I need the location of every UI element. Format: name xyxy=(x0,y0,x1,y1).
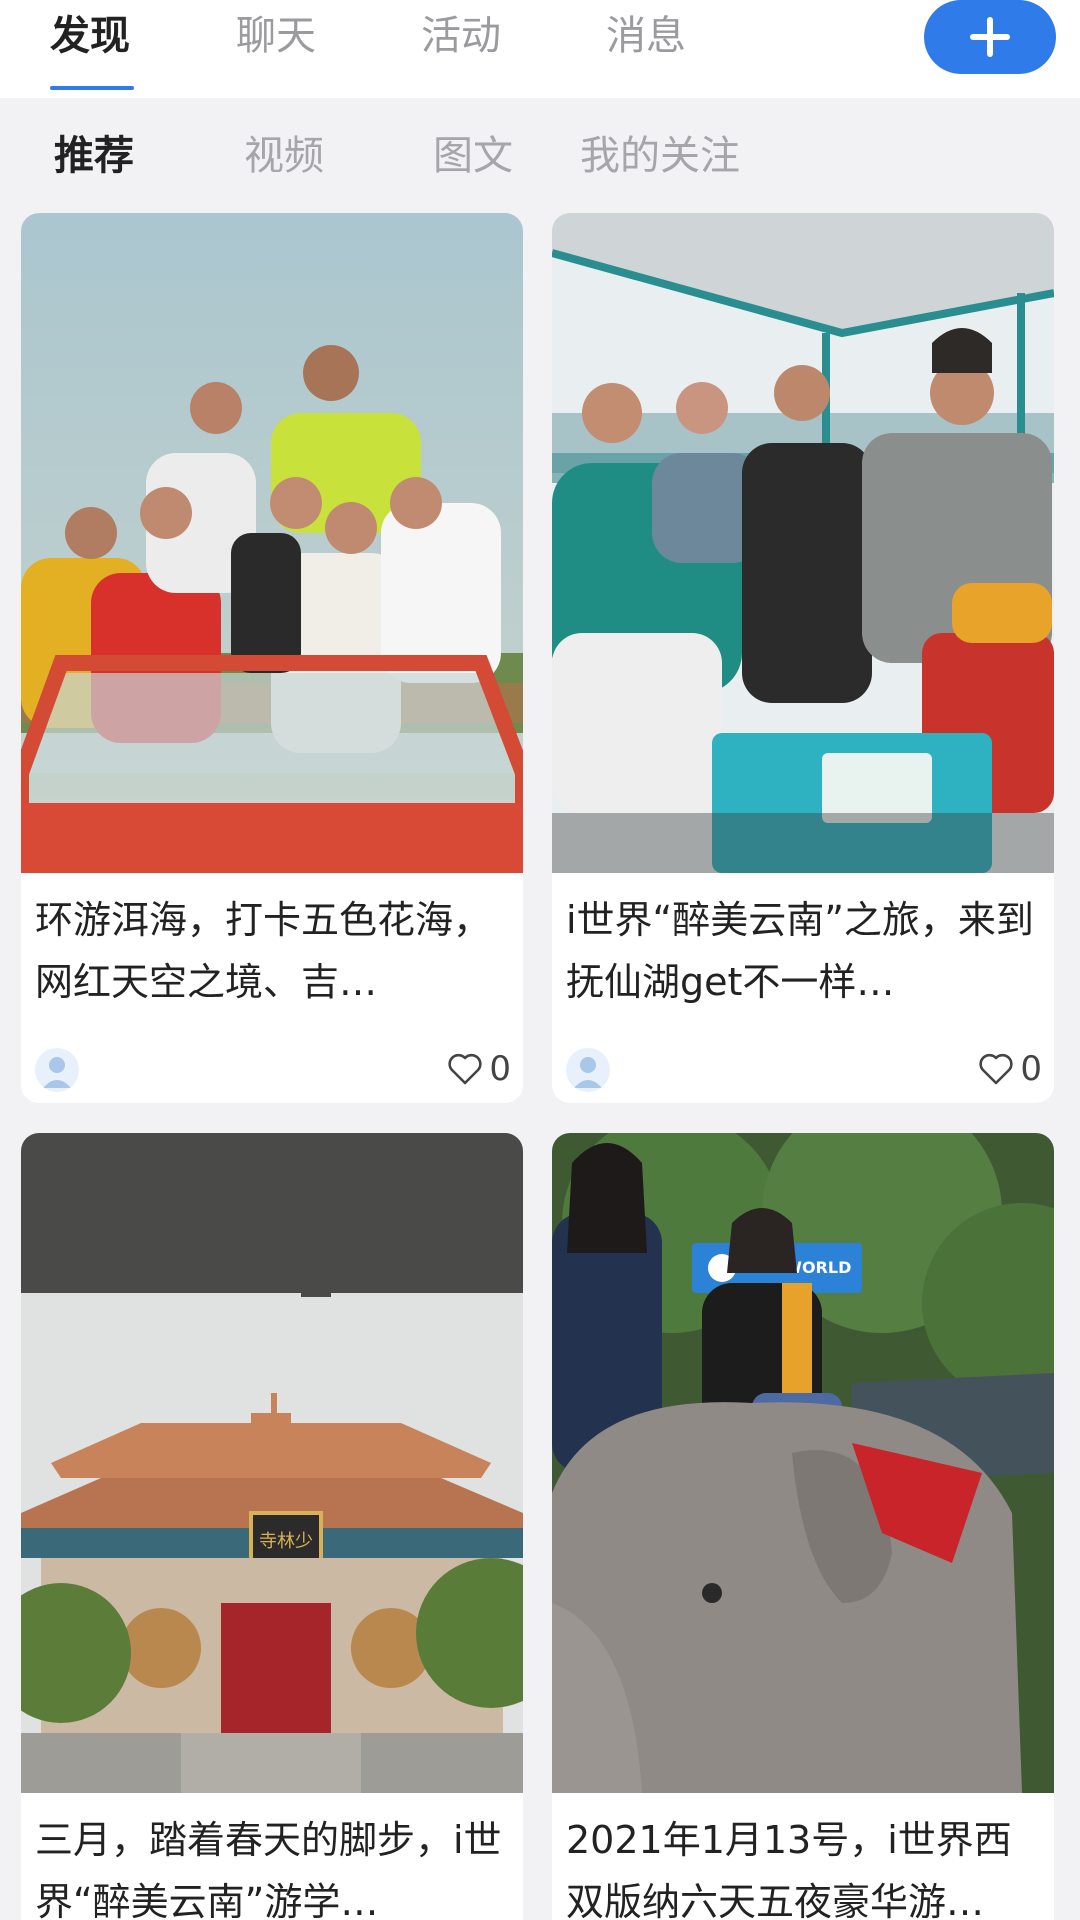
active-tab-indicator xyxy=(50,86,134,90)
post-photo: LOVE WORLD xyxy=(552,1133,1054,1793)
tab-messages[interactable]: 消息 xyxy=(606,8,686,64)
tab-discover[interactable]: 发现 xyxy=(50,8,130,64)
tab-activity[interactable]: 活动 xyxy=(421,8,501,64)
author-avatar[interactable] xyxy=(35,1048,79,1092)
like-count: 0 xyxy=(1020,1049,1042,1089)
post-card[interactable]: LOVE WORLD 2021年1月13号，i世界西双版纳六天五夜豪华游… xyxy=(552,1133,1054,1920)
like-count: 0 xyxy=(489,1049,511,1089)
post-card[interactable]: 环游洱海，打卡五色花海，网红天空之境、吉… 0 xyxy=(21,213,523,1103)
post-title: 环游洱海，打卡五色花海，网红天空之境、吉… xyxy=(35,898,492,1004)
subtab-recommended[interactable]: 推荐 xyxy=(54,128,134,184)
post-card[interactable]: i世界“醉美云南”之旅，来到抚仙湖get不一样… 0 xyxy=(552,213,1054,1103)
temple-sign: 寺林少 xyxy=(259,1531,313,1552)
post-card[interactable]: 寺林少 三月，踏着春天的脚步，i世界“醉美云南”游学… xyxy=(21,1133,523,1920)
post-photo xyxy=(21,213,523,873)
subtab-video[interactable]: 视频 xyxy=(244,128,324,184)
top-tab-bar: 发现 聊天 活动 消息 xyxy=(0,0,1080,98)
post-title: i世界“醉美云南”之旅，来到抚仙湖get不一样… xyxy=(566,898,1034,1004)
like-button[interactable]: 0 xyxy=(447,1047,511,1091)
subtab-following[interactable]: 我的关注 xyxy=(580,128,740,184)
like-button[interactable]: 0 xyxy=(978,1047,1042,1091)
subtab-photo-text[interactable]: 图文 xyxy=(433,128,513,184)
post-title: 三月，踏着春天的脚步，i世界“醉美云南”游学… xyxy=(35,1818,502,1920)
post-photo: 寺林少 xyxy=(21,1133,523,1793)
heart-icon xyxy=(979,1053,1013,1085)
heart-icon xyxy=(448,1053,482,1085)
plus-icon xyxy=(970,17,1010,57)
author-avatar[interactable] xyxy=(566,1048,610,1092)
add-post-button[interactable] xyxy=(924,0,1056,74)
tab-chat[interactable]: 聊天 xyxy=(236,8,316,64)
app-root: 发现 聊天 活动 消息 推荐 视频 图文 我的关注 环游洱海，打卡五色花海，网红… xyxy=(0,0,1080,1920)
feed-filter-tabs: 推荐 视频 图文 我的关注 xyxy=(0,98,1080,210)
post-photo xyxy=(552,213,1054,873)
post-title: 2021年1月13号，i世界西双版纳六天五夜豪华游… xyxy=(566,1818,1012,1920)
